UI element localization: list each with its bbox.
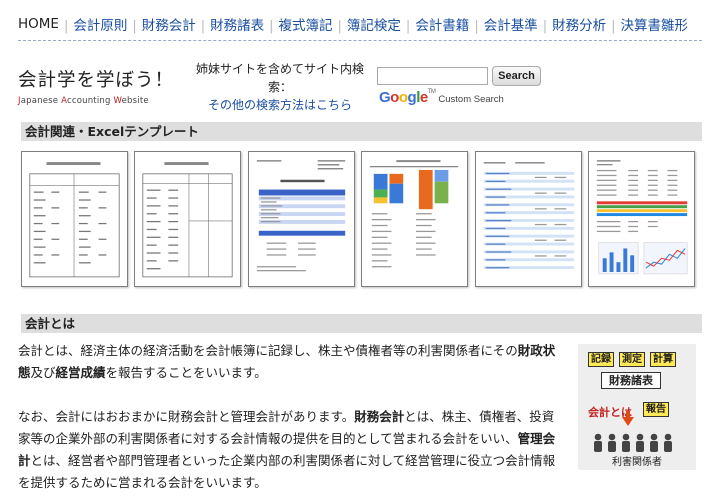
template-thumbnail-3[interactable]: [248, 151, 355, 287]
nav-item-1[interactable]: 会計原則: [73, 18, 127, 34]
nav-separator: |: [132, 19, 137, 34]
about-paragraph-1: 会計とは、経済主体の経済活動を会計帳簿に記録し、株主や債権者等の利害関係者にその…: [18, 343, 556, 380]
nav-separator: |: [269, 19, 274, 34]
nav-item-3[interactable]: 財務諸表: [210, 18, 264, 34]
nav-item-9[interactable]: 決算書雛形: [620, 18, 688, 34]
nav-separator: |: [63, 19, 69, 34]
accounting-illustration: 記録 測定 計算 財務諸表 会計とは 報告 利害関係者: [578, 344, 696, 470]
google-letter: e: [419, 89, 428, 106]
about-section-header: 会計とは: [18, 314, 702, 333]
google-letter: G: [379, 89, 391, 106]
tag-record: 記録: [588, 352, 614, 367]
nav-separator: |: [405, 19, 411, 34]
tag-report: 報告: [643, 402, 669, 417]
template-thumbnail-4[interactable]: [361, 151, 468, 287]
other-search-link[interactable]: その他の検索方法はこちら: [195, 96, 365, 114]
bold-term: 経営成績: [55, 365, 106, 380]
template-thumbnail-2[interactable]: [134, 151, 241, 287]
search-note: 姉妹サイトを含めてサイト内検索： その他の検索方法はこちら: [195, 60, 365, 114]
top-nav: HOME | 会計原則 | 財務会計 | 財務諸表 | 複式簿記 | 簿記検定 | 会計書籍 | 会計基準…: [18, 13, 688, 35]
down-arrow-head-icon: [622, 417, 634, 426]
nav-item-4[interactable]: 複式簿記: [279, 18, 333, 34]
nav-separator: |: [611, 19, 616, 34]
site-logo[interactable]: 会計学を学ぼう！ Japanese Accounting Website: [18, 66, 174, 106]
nav-divider: [18, 40, 702, 41]
nav-item-7[interactable]: 会計基準: [484, 18, 538, 34]
nav-item-2[interactable]: 財務会計: [142, 18, 196, 34]
google-custom-search-logo: GoogleTMCustom Search: [379, 89, 504, 106]
nav-item-6[interactable]: 会計書籍: [415, 18, 469, 34]
nav-separator: |: [337, 19, 342, 34]
tag-measure: 測定: [619, 352, 645, 367]
about-paragraph-2: なお、会計にはおおまかに財務会計と管理会計があります。財務会計とは、株主、債権者…: [18, 409, 556, 490]
template-thumbnail-6[interactable]: [588, 151, 695, 287]
nav-item-8[interactable]: 財務分析: [552, 18, 606, 34]
financial-statements-box: 財務諸表: [601, 372, 661, 389]
logo-subtitle: Japanese Accounting Website: [18, 96, 149, 106]
bold-term: 財務会計: [354, 409, 405, 424]
search-note-text: 姉妹サイトを含めてサイト内検索：: [195, 62, 364, 94]
google-letter: o: [398, 89, 408, 106]
stakeholders-label: 利害関係者: [612, 457, 662, 468]
google-letter: o: [390, 89, 399, 106]
template-thumbnail-1[interactable]: [21, 151, 128, 287]
nav-separator: |: [542, 19, 548, 34]
nav-separator: |: [474, 19, 479, 34]
search-input[interactable]: [377, 67, 488, 85]
tag-calculate: 計算: [650, 352, 676, 367]
people-icon: [594, 433, 672, 452]
templates-section-header: 会計関連・Excelテンプレート: [18, 122, 702, 141]
nav-home[interactable]: HOME: [18, 16, 59, 32]
nav-separator: |: [200, 19, 206, 34]
search-button[interactable]: Search: [492, 66, 541, 86]
logo-title: 会計学を学ぼう！: [18, 70, 175, 91]
nav-item-5[interactable]: 簿記検定: [347, 18, 401, 34]
template-thumbnail-5[interactable]: [475, 151, 582, 287]
google-letter: g: [407, 89, 417, 106]
